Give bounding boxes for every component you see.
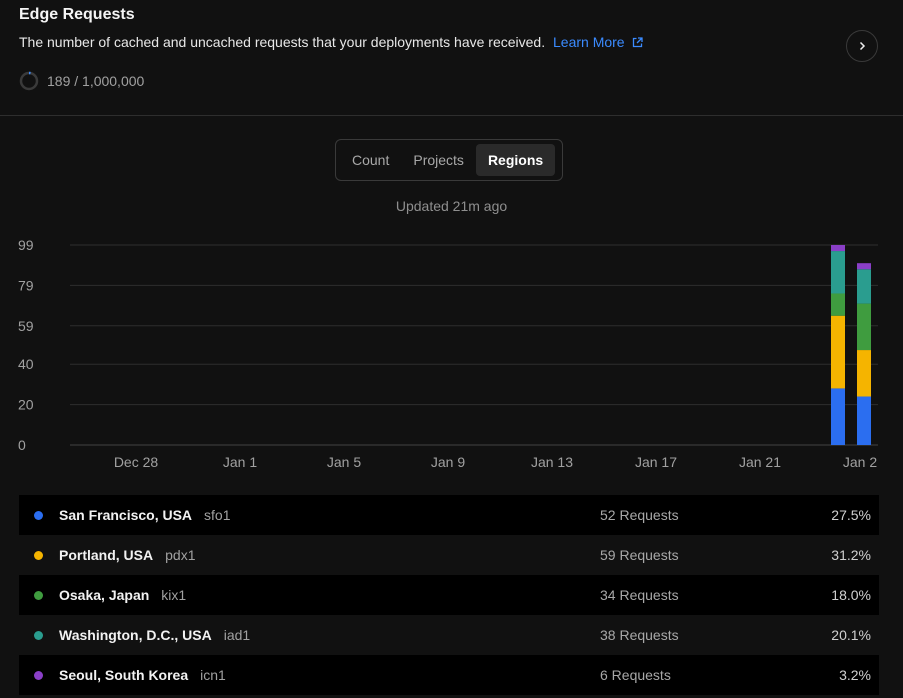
next-button[interactable] bbox=[846, 30, 878, 62]
external-link-icon bbox=[633, 37, 644, 48]
region-row[interactable]: San Francisco, USA sfo1 52 Requests 27.5% bbox=[19, 495, 879, 535]
header: Edge Requests The number of cached and u… bbox=[0, 0, 903, 116]
bar-segment bbox=[831, 251, 845, 294]
x-tick-label: Jan 13 bbox=[531, 454, 573, 470]
region-name: Osaka, Japan bbox=[59, 587, 150, 603]
x-tick-label: Jan 1 bbox=[223, 454, 257, 470]
usage-ring-icon bbox=[19, 71, 39, 91]
region-percent: 20.1% bbox=[831, 627, 871, 643]
bar-segment bbox=[857, 269, 871, 304]
x-tick-label: Jan 2 bbox=[843, 454, 877, 470]
region-requests: 38 Requests bbox=[600, 627, 679, 643]
requests-chart: 0 20 40 59 79 99 Dec 28 Jan 1 Jan 5 Jan 9 Jan 13 Ja… bbox=[18, 237, 878, 470]
region-row[interactable]: Osaka, Japan kix1 34 Requests 18.0% bbox=[19, 575, 879, 615]
bar-segment bbox=[857, 396, 871, 445]
bar-segment bbox=[831, 315, 845, 389]
region-color-dot bbox=[34, 510, 43, 520]
y-tick-label: 40 bbox=[18, 356, 34, 372]
x-tick-label: Jan 21 bbox=[739, 454, 781, 470]
chevron-right-icon bbox=[859, 41, 866, 51]
bar-segment bbox=[857, 303, 871, 351]
tab-count[interactable]: Count bbox=[340, 144, 401, 176]
y-tick-label: 79 bbox=[18, 277, 34, 293]
description: The number of cached and uncached reques… bbox=[19, 34, 644, 50]
region-color-dot bbox=[34, 670, 43, 680]
region-requests: 59 Requests bbox=[600, 547, 679, 563]
region-code: pdx1 bbox=[165, 547, 196, 563]
page-title: Edge Requests bbox=[19, 6, 135, 23]
region-name: Portland, USA bbox=[59, 547, 154, 563]
y-tick-label: 0 bbox=[18, 437, 26, 453]
region-percent: 27.5% bbox=[831, 507, 871, 523]
y-tick-label: 99 bbox=[18, 237, 34, 253]
bar-segment bbox=[831, 293, 845, 316]
learn-more-link[interactable]: Learn More bbox=[553, 34, 644, 50]
region-code: kix1 bbox=[161, 587, 187, 603]
x-tick-label: Jan 5 bbox=[327, 454, 361, 470]
region-percent: 3.2% bbox=[839, 667, 871, 683]
region-row[interactable]: Portland, USA pdx1 59 Requests 31.2% bbox=[19, 535, 879, 575]
region-percent: 31.2% bbox=[831, 547, 871, 563]
bar-segment bbox=[857, 350, 871, 397]
updated-label: Updated 21m ago bbox=[395, 198, 508, 214]
region-name: Washington, D.C., USA bbox=[59, 627, 212, 643]
y-tick-label: 59 bbox=[18, 318, 34, 334]
bar-segment bbox=[831, 245, 845, 252]
region-name: San Francisco, USA bbox=[59, 507, 193, 523]
usage-value: 189 / 1,000,000 bbox=[47, 73, 145, 89]
region-code: iad1 bbox=[223, 627, 251, 643]
learn-more-label: Learn More bbox=[553, 34, 625, 50]
tab-projects[interactable]: Projects bbox=[401, 144, 476, 176]
x-tick-label: Jan 9 bbox=[431, 454, 465, 470]
edge-requests-panel: Edge Requests The number of cached and u… bbox=[0, 0, 903, 698]
description-text: The number of cached and uncached reques… bbox=[19, 34, 546, 50]
bar-segment bbox=[831, 388, 845, 445]
tab-regions[interactable]: Regions bbox=[475, 144, 556, 176]
region-color-dot bbox=[34, 550, 43, 560]
x-tick-label: Jan 17 bbox=[635, 454, 677, 470]
region-code: sfo1 bbox=[204, 507, 231, 523]
region-row[interactable]: Seoul, South Korea icn1 6 Requests 3.2% bbox=[19, 655, 879, 695]
region-requests: 6 Requests bbox=[600, 667, 671, 683]
view-tabs: Count Projects Regions bbox=[335, 139, 563, 181]
x-tick-label: Dec 28 bbox=[114, 454, 159, 470]
region-color-dot bbox=[34, 590, 43, 600]
region-requests: 34 Requests bbox=[600, 587, 679, 603]
y-tick-label: 20 bbox=[18, 397, 34, 413]
region-requests: 52 Requests bbox=[600, 507, 679, 523]
bar-segment bbox=[857, 263, 871, 270]
usage: 189 / 1,000,000 bbox=[19, 71, 144, 91]
regions-list: San Francisco, USA sfo1 52 Requests 27.5% Po… bbox=[19, 495, 879, 695]
region-row[interactable]: Washington, D.C., USA iad1 38 Requests 20.1… bbox=[19, 615, 879, 655]
region-name: Seoul, South Korea bbox=[59, 667, 189, 683]
region-percent: 18.0% bbox=[831, 587, 871, 603]
region-code: icn1 bbox=[200, 667, 226, 683]
region-color-dot bbox=[34, 630, 43, 640]
